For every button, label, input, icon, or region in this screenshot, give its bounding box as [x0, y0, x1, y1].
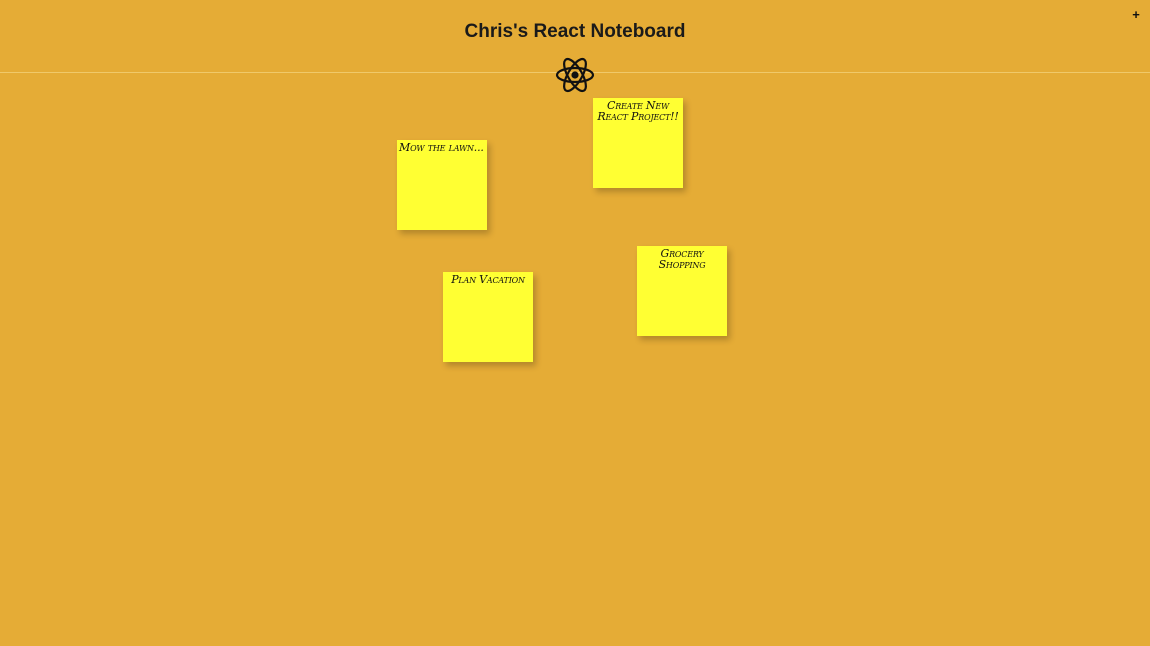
sticky-note[interactable]: Mow the lawn... — [397, 140, 487, 230]
note-text: Grocery Shopping — [658, 247, 706, 271]
react-atom-icon — [555, 57, 595, 93]
note-text: Mow the lawn... — [399, 141, 484, 154]
sticky-note[interactable]: Grocery Shopping — [637, 246, 727, 336]
sticky-note[interactable]: Plan Vacation — [443, 272, 533, 362]
add-note-button[interactable]: + — [1128, 7, 1144, 23]
note-text: Plan Vacation — [451, 273, 525, 286]
note-text: Create New React Project!! — [597, 99, 679, 123]
sticky-note[interactable]: Create New React Project!! — [593, 98, 683, 188]
page-title: Chris's React Noteboard — [464, 21, 686, 42]
